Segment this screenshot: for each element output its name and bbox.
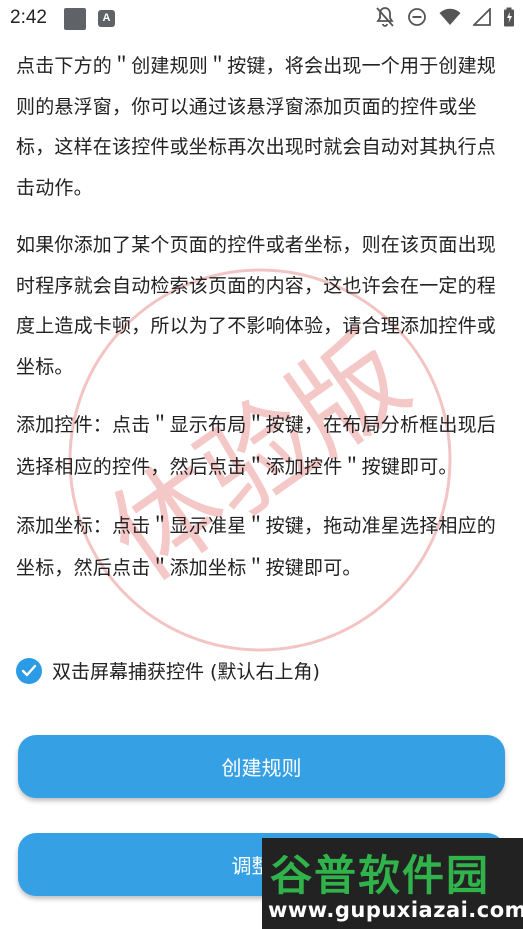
square-notification-icon	[64, 8, 86, 30]
site-logo-title: 谷普软件园	[270, 851, 491, 900]
signal-icon	[473, 8, 491, 26]
status-bar: 2:42 A	[0, 0, 523, 36]
instruction-paragraph-add-coordinate: 添加坐标：点击＂显示准星＂按键，拖动准星选择相应的坐标，然后点击＂添加坐标＂按键…	[16, 515, 497, 579]
site-logo-badge: 谷普软件园 www.gupuxiazai.com	[262, 838, 523, 929]
check-icon	[21, 664, 37, 676]
bell-off-icon	[376, 7, 394, 27]
double-tap-capture-label: 双击屏幕捕获控件 (默认右上角)	[52, 661, 320, 683]
a-notification-icon: A	[98, 10, 115, 27]
double-tap-capture-checkbox[interactable]	[16, 657, 42, 684]
instruction-paragraph-create-rule: 点击下方的＂创建规则＂按键，将会出现一个用于创建规则的悬浮窗，你可以通过该悬浮窗…	[16, 55, 497, 199]
battery-icon	[504, 7, 514, 27]
double-tap-capture-option[interactable]: 双击屏幕捕获控件 (默认右上角)	[16, 657, 320, 684]
instruction-paragraph-performance: 如果你添加了某个页面的控件或者坐标，则在该页面出现时程序就会自动检索该页面的内容…	[16, 234, 497, 378]
instructions: 点击下方的＂创建规则＂按键，将会出现一个用于创建规则的悬浮窗，你可以通过该悬浮窗…	[16, 46, 512, 606]
system-icons	[375, 6, 515, 28]
create-rule-button[interactable]: 创建规则	[18, 735, 505, 798]
wifi-icon	[439, 8, 461, 25]
do-not-disturb-icon	[408, 8, 426, 26]
site-logo-url: www.gupuxiazai.com	[268, 898, 523, 922]
status-time: 2:42	[10, 7, 47, 28]
instruction-paragraph-add-control: 添加控件：点击＂显示布局＂按键，在布局分析框出现后选择相应的控件，然后点击＂添加…	[16, 414, 497, 478]
